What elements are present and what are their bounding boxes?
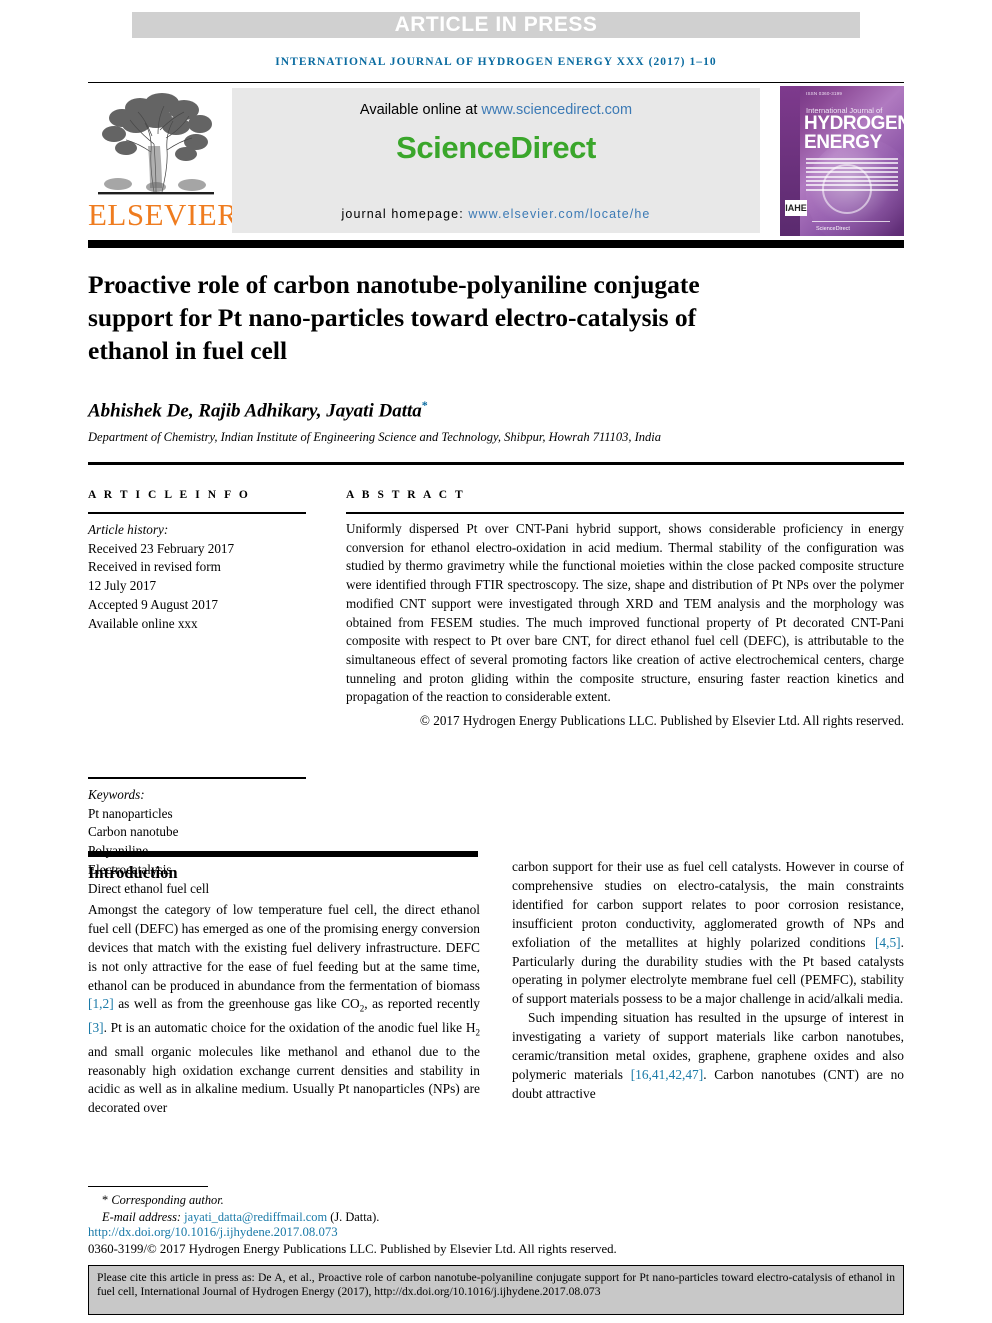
history-item: 12 July 2017 <box>88 578 157 594</box>
sciencedirect-banner: Available online at www.sciencedirect.co… <box>232 88 760 233</box>
introduction-heading: Introduction <box>88 863 178 882</box>
history-item: Available online xxx <box>88 615 198 631</box>
corresponding-author-note: * Corresponding author. <box>88 1192 648 1209</box>
intro-text-c: , as reported recently <box>364 996 481 1012</box>
footnote-block: * Corresponding author. E-mail address: … <box>88 1192 648 1225</box>
body-column-left: Introduction Amongst the category of low… <box>88 863 480 1118</box>
intro-text-d: . Pt is an automatic choice for the oxid… <box>103 1020 476 1036</box>
intro-text-a: Amongst the category of low temperature … <box>88 901 480 993</box>
elsevier-logo: ELSEVIER <box>88 86 239 236</box>
history-item: Accepted 9 August 2017 <box>88 596 219 612</box>
intro-paragraph-right-2: Such impending situation has resulted in… <box>512 1009 904 1104</box>
journal-homepage-line: journal homepage: www.elsevier.com/locat… <box>232 207 760 221</box>
article-history-block: Article history: Received 23 February 20… <box>88 521 318 633</box>
article-info-heading: A R T I C L E I N F O <box>88 489 251 501</box>
citation-ref[interactable]: [1,2] <box>88 996 114 1011</box>
article-in-press-banner: ARTICLE IN PRESS <box>132 12 860 38</box>
abstract-text: Uniformly dispersed Pt over CNT-Pani hyb… <box>346 521 904 705</box>
abstract-heading: A B S T R A C T <box>346 489 466 501</box>
email-line: E-mail address: jayati_datta@rediffmail.… <box>88 1209 648 1226</box>
citation-ref[interactable]: [4,5] <box>875 935 901 950</box>
email-label: E-mail address: <box>102 1209 185 1224</box>
abstract-divider <box>346 512 904 514</box>
citation-ref[interactable]: [16,41,42,47] <box>631 1067 704 1082</box>
available-online-line: Available online at www.sciencedirect.co… <box>232 102 760 118</box>
email-owner: (J. Datta). <box>327 1209 380 1224</box>
journal-running-head: INTERNATIONAL JOURNAL OF HYDROGEN ENERGY… <box>275 56 717 68</box>
author-names: Abhishek De, Rajib Adhikary, Jayati Datt… <box>88 400 422 422</box>
email-link[interactable]: jayati_datta@rediffmail.com <box>184 1210 327 1224</box>
history-item: Received in revised form <box>88 559 221 575</box>
cover-issn-note: ISSN 0360-3199 <box>806 91 843 96</box>
corresponding-author-text: Corresponding author. <box>111 1193 224 1207</box>
cover-title-line2: ENERGY <box>804 132 882 153</box>
history-item: Received 23 February 2017 <box>88 540 235 556</box>
keywords-divider <box>88 777 306 779</box>
citation-request-text: Please cite this article in press as: De… <box>97 1271 895 1298</box>
cover-title-line1: HYDROGEN <box>804 113 904 134</box>
corresponding-author-marker: * <box>421 398 428 412</box>
footnote-marker: * <box>102 1193 109 1207</box>
introduction-rule <box>88 851 478 857</box>
sciencedirect-logo[interactable]: ScienceDirect <box>232 130 760 166</box>
body-column-right: carbon support for their use as fuel cel… <box>512 858 904 1104</box>
abstract-copyright: © 2017 Hydrogen Energy Publications LLC.… <box>419 713 904 729</box>
article-history-label: Article history: <box>88 522 169 537</box>
keyword-item: Pt nanoparticles <box>88 805 173 821</box>
masthead-bottom-rule <box>88 240 904 248</box>
abstract-body: Uniformly dispersed Pt over CNT-Pani hyb… <box>346 520 904 731</box>
masthead: ELSEVIER Available online at www.science… <box>88 86 904 236</box>
footnote-rule <box>88 1186 208 1188</box>
journal-cover-thumbnail: ISSN 0360-3199 International Journal of … <box>780 86 904 236</box>
masthead-top-rule <box>88 82 904 84</box>
journal-homepage-label: journal homepage: <box>341 207 469 221</box>
intro-text-b: as well as from the greenhouse gas like … <box>113 996 360 1012</box>
journal-homepage-link[interactable]: www.elsevier.com/locate/he <box>468 207 650 221</box>
issn-copyright-line: 0360-3199/© 2017 Hydrogen Energy Publica… <box>88 1242 617 1256</box>
page-title: Proactive role of carbon nanotube-polyan… <box>88 270 700 365</box>
author-list: Abhishek De, Rajib Adhikary, Jayati Datt… <box>88 398 848 422</box>
citation-ref[interactable]: [3] <box>88 1020 104 1035</box>
doi-link[interactable]: http://dx.doi.org/10.1016/j.ijhydene.201… <box>88 1225 338 1240</box>
article-info-divider <box>88 512 306 514</box>
sciencedirect-url-link[interactable]: www.sciencedirect.com <box>481 102 632 118</box>
elsevier-tree-icon <box>92 88 220 200</box>
article-in-press-label: ARTICLE IN PRESS <box>394 13 598 36</box>
available-online-label: Available online at <box>359 102 482 118</box>
cover-society-badge: IAHE <box>785 200 807 216</box>
elsevier-wordmark: ELSEVIER <box>88 197 239 232</box>
affiliation: Department of Chemistry, Indian Institut… <box>88 430 661 444</box>
right-text-a: carbon support for their use as fuel cel… <box>512 859 904 950</box>
citation-request-box: Please cite this article in press as: De… <box>88 1265 904 1315</box>
intro-paragraph-right-1: carbon support for their use as fuel cel… <box>512 858 904 1009</box>
intro-text-e: and small organic molecules like methano… <box>88 1043 480 1116</box>
article-info-top-rule <box>88 462 904 465</box>
cover-editor-lines <box>806 158 898 193</box>
cover-footer-rule <box>812 221 890 222</box>
keywords-label: Keywords: <box>88 787 145 802</box>
article-page: ARTICLE IN PRESS INTERNATIONAL JOURNAL O… <box>0 0 992 1323</box>
intro-paragraph-left: Amongst the category of low temperature … <box>88 901 480 1118</box>
cover-imprint: ScienceDirect <box>816 226 850 232</box>
subscript: 2 <box>475 1027 481 1038</box>
keyword-item: Carbon nanotube <box>88 824 179 840</box>
